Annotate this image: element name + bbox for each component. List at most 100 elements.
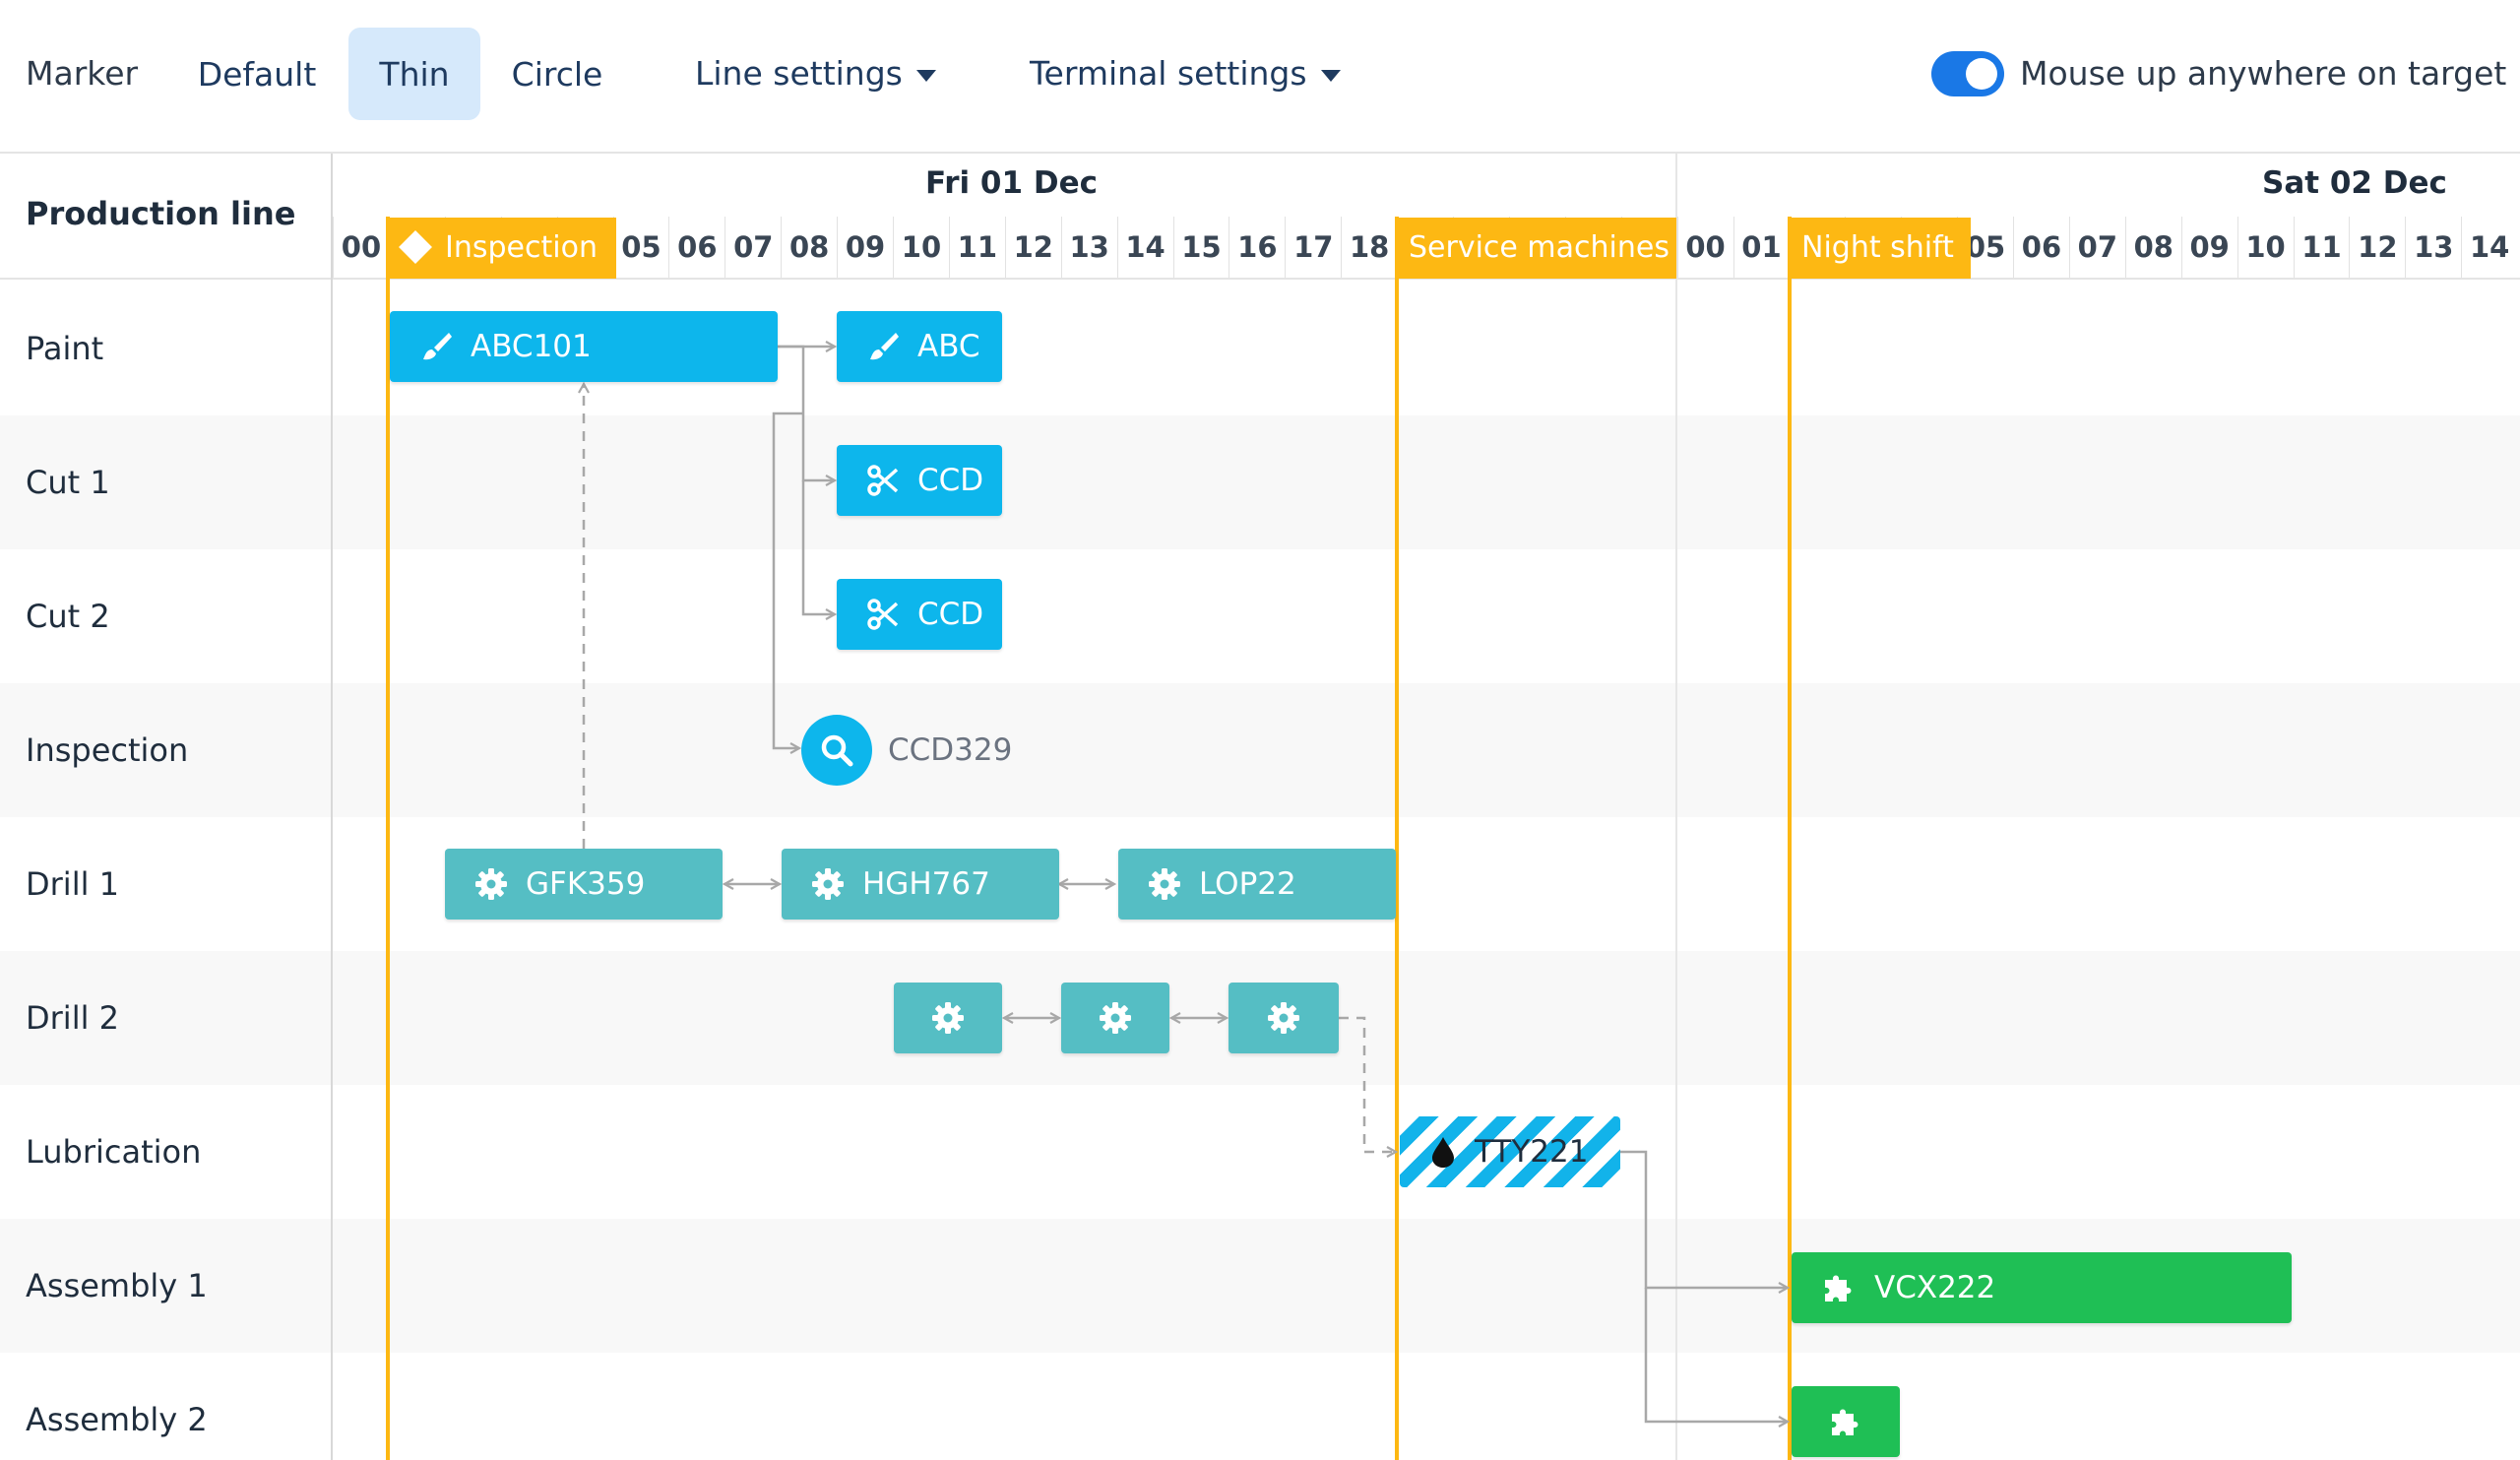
event-label: GFK359	[526, 866, 646, 902]
marker-default-button[interactable]: Default	[183, 28, 331, 120]
row-bg-assembly2	[0, 1353, 2520, 1460]
time-range-service-machines[interactable]: Service machines	[1395, 218, 1676, 279]
event-cut2-ccd[interactable]: CCD	[837, 579, 1002, 650]
hour-cell: 06	[2013, 217, 2069, 278]
hour-cell: 11	[948, 217, 1005, 278]
hour-cell: 10	[893, 217, 949, 278]
event-drill2-a[interactable]	[894, 983, 1002, 1053]
mouse-up-toggle-label: Mouse up anywhere on target	[2020, 54, 2507, 93]
day-separator	[1675, 154, 1677, 1460]
terminal-settings-dropdown[interactable]: Terminal settings	[1030, 51, 1341, 96]
hour-cell: 12	[1004, 217, 1061, 278]
event-label: CCD	[917, 597, 984, 632]
row-label-drill1: Drill 1	[26, 865, 119, 903]
hour-cell: 07	[2068, 217, 2125, 278]
row-bg-lubrication	[0, 1085, 2520, 1219]
event-label: CCD	[917, 463, 984, 498]
toolbar: Marker Default Thin Circle Line settings…	[0, 0, 2520, 154]
gear-icon	[1268, 1002, 1299, 1034]
hour-cell: 09	[2180, 217, 2237, 278]
hour-cell: 12	[2349, 217, 2405, 278]
event-label: VCX222	[1874, 1270, 1996, 1305]
terminal-settings-label: Terminal settings	[1030, 54, 1307, 93]
hour-cell: 01	[1732, 217, 1790, 278]
mouse-up-toggle[interactable]	[1931, 51, 2004, 96]
hour-cell: 00	[333, 217, 389, 278]
event-cut1-ccd[interactable]: CCD	[837, 445, 1002, 516]
caret-down-icon	[1320, 69, 1341, 82]
row-label-paint: Paint	[26, 330, 104, 367]
hour-cell: 07	[724, 217, 781, 278]
hour-cell: 10	[2236, 217, 2294, 278]
gear-icon	[932, 1002, 964, 1034]
row-bg-cut2	[0, 549, 2520, 683]
event-drill1-hgh767[interactable]: HGH767	[782, 849, 1059, 920]
line-settings-dropdown[interactable]: Line settings	[695, 51, 936, 96]
grid-header: Production line	[0, 154, 331, 280]
event-inspection-milestone[interactable]	[801, 715, 872, 786]
hour-cell: 15	[1172, 217, 1229, 278]
day-label-sat: Sat 02 Dec	[2262, 165, 2447, 201]
time-range-service-label: Service machines	[1409, 230, 1670, 265]
time-range-inspection-label: Inspection	[445, 230, 598, 265]
puzzle-piece-icon	[1825, 1275, 1852, 1301]
hour-cell: 17	[1285, 217, 1341, 278]
row-bg-cut1	[0, 415, 2520, 549]
inspection-milestone-label: CCD329	[888, 732, 1013, 768]
gear-icon	[812, 868, 844, 900]
row-label-inspection: Inspection	[26, 731, 189, 769]
production-line-header[interactable]: Production line	[26, 195, 295, 232]
search-icon	[821, 734, 853, 767]
scissors-icon	[867, 599, 899, 630]
paint-brush-icon	[870, 333, 899, 360]
row-bg-inspection	[0, 683, 2520, 817]
oil-drop-icon	[1432, 1137, 1454, 1168]
gear-icon	[475, 868, 507, 900]
event-assembly1-vcx222[interactable]: VCX222	[1792, 1252, 2292, 1323]
event-assembly2[interactable]	[1792, 1386, 1900, 1457]
time-range-night-shift[interactable]: Night shift	[1788, 218, 1971, 279]
hour-cell: 13	[1060, 217, 1117, 278]
hour-cell: 14	[2461, 217, 2517, 278]
scissors-icon	[867, 465, 899, 496]
event-drill1-lop22[interactable]: LOP22	[1118, 849, 1396, 920]
hour-cell: 11	[2293, 217, 2350, 278]
event-lubrication-tty221[interactable]: TTY221	[1400, 1116, 1620, 1187]
row-label-assembly2: Assembly 2	[26, 1401, 208, 1438]
hour-cell: 00	[1676, 217, 1733, 278]
row-label-cut1: Cut 1	[26, 464, 110, 501]
gear-icon	[1149, 868, 1180, 900]
marker-label: Marker	[26, 54, 139, 93]
event-label: TTY221	[1475, 1134, 1589, 1170]
row-bg-paint	[0, 282, 2520, 415]
hour-cell: 18	[1341, 217, 1397, 278]
diamond-icon	[399, 230, 432, 264]
event-drill1-gfk359[interactable]: GFK359	[445, 849, 723, 920]
row-label-lubrication: Lubrication	[26, 1133, 202, 1171]
hour-cell: 16	[1228, 217, 1285, 278]
event-drill2-b[interactable]	[1061, 983, 1169, 1053]
grid-splitter[interactable]	[331, 154, 333, 1460]
row-label-cut2: Cut 2	[26, 598, 110, 635]
time-range-line-inspection	[386, 217, 390, 1460]
paint-brush-icon	[423, 333, 452, 360]
hour-cell: 06	[668, 217, 724, 278]
hour-cell: 14	[1116, 217, 1173, 278]
hour-cell: 13	[2405, 217, 2461, 278]
row-label-drill2: Drill 2	[26, 999, 119, 1037]
puzzle-piece-icon	[1832, 1409, 1858, 1435]
marker-thin-button[interactable]: Thin	[348, 28, 480, 120]
toggle-knob	[1966, 58, 1997, 90]
time-range-line-service	[1395, 217, 1399, 1460]
caret-down-icon	[915, 69, 936, 82]
hour-cell: 08	[781, 217, 837, 278]
event-drill2-c[interactable]	[1228, 983, 1339, 1053]
day-label-fri: Fri 01 Dec	[925, 165, 1098, 201]
gear-icon	[1100, 1002, 1131, 1034]
hour-cell: 08	[2124, 217, 2181, 278]
event-paint-abc[interactable]: ABC	[837, 311, 1002, 382]
event-label: ABC101	[471, 329, 592, 364]
event-paint-abc101[interactable]: ABC101	[390, 311, 778, 382]
marker-circle-button[interactable]: Circle	[494, 28, 620, 120]
time-range-inspection[interactable]: Inspection	[386, 218, 616, 279]
